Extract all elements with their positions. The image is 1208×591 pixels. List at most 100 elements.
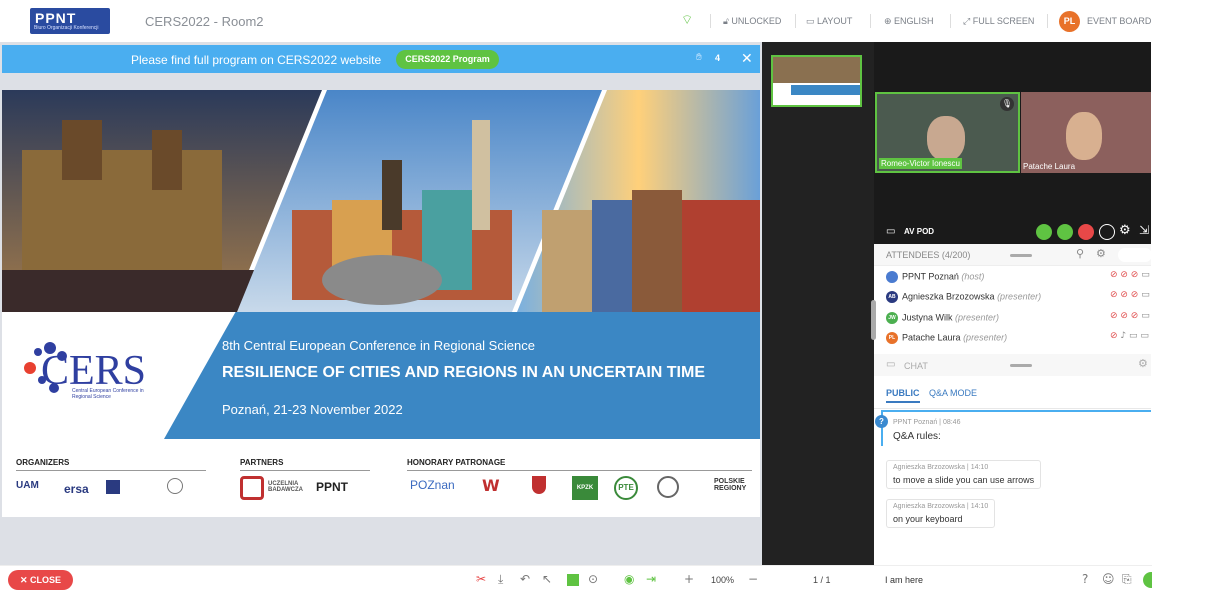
fullscreen-icon: ⤢ bbox=[963, 16, 973, 26]
attendee-media-icons[interactable]: ⊘ ♪ ▭ ▭ bbox=[1110, 331, 1149, 341]
question-icon: ? bbox=[875, 415, 888, 428]
city-photo-collage bbox=[2, 90, 760, 312]
uam-logo: UAM bbox=[16, 480, 39, 491]
attach-icon[interactable]: ⎘ bbox=[1122, 572, 1132, 587]
stroke-size-icon[interactable]: ⊙ bbox=[588, 572, 598, 586]
slide: 8th Central European Conference in Regio… bbox=[2, 90, 760, 517]
attendee-avatar bbox=[886, 271, 898, 283]
society-logo bbox=[167, 478, 183, 494]
attendee-row[interactable]: PL Patache Laura (presenter) bbox=[886, 332, 1007, 344]
chat-settings-icon[interactable]: ⚙ bbox=[1138, 357, 1148, 370]
user-avatar[interactable]: PL bbox=[1059, 11, 1080, 32]
message-text: to move a slide you can use arrows bbox=[893, 475, 1035, 485]
pinned-message: ? PPNT Poznań | 08:46 Q&A rules: bbox=[875, 410, 1151, 446]
attendee-avatar: PL bbox=[886, 332, 898, 344]
send-button[interactable] bbox=[1143, 572, 1152, 588]
attendee-media-icons[interactable]: ⊘ ⊘ ⊘ ▭ bbox=[1110, 311, 1150, 321]
popout-icon[interactable]: ⇲ bbox=[1139, 223, 1149, 237]
wielkopolska-logo: W bbox=[482, 476, 500, 495]
top-bar: PPNT Biuro Organizacji Konferencji CERS2… bbox=[0, 0, 1208, 42]
attendee-avatar: AB bbox=[886, 291, 898, 303]
hand-icon: ✋︎ bbox=[696, 52, 702, 63]
message-meta: Agnieszka Brzozowska | 14:10 bbox=[893, 464, 989, 471]
exit-presenter-icon[interactable]: ⇥ bbox=[646, 572, 656, 586]
chat-input[interactable]: I am here bbox=[885, 575, 923, 585]
zoom-out-icon[interactable]: − bbox=[748, 572, 758, 586]
institute-logo bbox=[106, 480, 120, 494]
kpzk-logo: KPZK bbox=[572, 476, 598, 500]
conference-title: RESILIENCE OF CITIES AND REGIONS IN AN U… bbox=[222, 364, 705, 381]
zoom-in-icon[interactable]: + bbox=[684, 572, 694, 586]
settings-icon[interactable]: ⚙ bbox=[1119, 223, 1131, 238]
add-user-icon[interactable]: ⚲ bbox=[1076, 247, 1084, 260]
fullscreen-button[interactable]: ⤢ FULL SCREEN bbox=[963, 16, 1034, 27]
page-counter: 1 / 1 bbox=[813, 575, 831, 585]
room-title: CERS2022 - Room2 bbox=[145, 14, 264, 29]
download-icon[interactable]: ⤓ bbox=[498, 572, 503, 587]
chat-title: CHAT bbox=[904, 361, 928, 371]
question-icon[interactable]: ? bbox=[1082, 572, 1088, 586]
close-button[interactable]: ✕ CLOSE bbox=[8, 570, 73, 590]
color-picker[interactable] bbox=[567, 574, 579, 586]
attendee-row[interactable]: PPNT Poznań (host) bbox=[886, 271, 984, 283]
laser-icon[interactable]: ✂ bbox=[476, 572, 486, 586]
attendee-settings-icon[interactable]: ⚙ bbox=[1096, 247, 1106, 260]
video-tile[interactable]: 🎙︎ Romeo-Victor Ionescu bbox=[875, 92, 1020, 173]
attendee-media-icons[interactable]: ⊘ ⊘ ⊘ ▭ bbox=[1110, 270, 1150, 280]
uczelnia-icon bbox=[240, 476, 264, 500]
language-button[interactable]: ⊕ ENGLISH bbox=[884, 16, 934, 27]
event-board-button[interactable]: EVENT BOARD bbox=[1087, 16, 1151, 26]
video-tile[interactable]: Patache Laura bbox=[1021, 92, 1151, 173]
chat-message: Agnieszka Brzozowska | 14:10 on your key… bbox=[886, 499, 996, 528]
polskie-regiony-logo: POLSKIE REGIONY bbox=[714, 478, 747, 492]
attendee-media-icons[interactable]: ⊘ ⊘ ⊘ ▭ bbox=[1110, 290, 1150, 300]
thumbnail-strip bbox=[762, 42, 874, 565]
presentation-stage: Please find full program on CERS2022 web… bbox=[0, 42, 762, 565]
slide-thumbnail[interactable] bbox=[771, 55, 862, 107]
organizers-heading: ORGANIZERS bbox=[16, 458, 70, 467]
attendee-avatar: JW bbox=[886, 312, 898, 324]
poznan-logo: POZnan bbox=[410, 478, 455, 492]
participant-name: Patache Laura bbox=[1023, 162, 1076, 171]
partners-heading: PARTNERS bbox=[240, 458, 284, 467]
chat-icon: ▭ bbox=[886, 359, 896, 370]
banner-close-button[interactable]: ✕ bbox=[741, 50, 753, 67]
emoji-icon[interactable]: ☺ bbox=[1102, 572, 1115, 586]
chat-message: Agnieszka Brzozowska | 14:10 to move a s… bbox=[886, 460, 1042, 489]
info-banner: Please find full program on CERS2022 web… bbox=[2, 45, 760, 73]
crest-logo bbox=[532, 476, 546, 494]
pointer-icon[interactable]: ↖ bbox=[542, 572, 552, 586]
message-text: on your keyboard bbox=[893, 514, 963, 524]
layout-button[interactable]: ▭ LAYOUT bbox=[806, 16, 852, 27]
mic-icon: 🎙︎ bbox=[1000, 97, 1014, 111]
unlocked-button[interactable]: 🔓︎ UNLOCKED bbox=[723, 16, 781, 27]
attendee-row[interactable]: JW Justyna Wilk (presenter) bbox=[886, 312, 999, 324]
program-button[interactable]: CERS2022 Program bbox=[396, 50, 499, 69]
attendee-row[interactable]: AB Agnieszka Brzozowska (presenter) bbox=[886, 291, 1041, 303]
academy-logo bbox=[657, 476, 679, 498]
ppnt-partner-logo: PPNT bbox=[316, 480, 349, 494]
eye-icon[interactable]: ◉ bbox=[624, 572, 634, 586]
tab-public[interactable]: PUBLIC bbox=[886, 388, 920, 403]
mute-all-button[interactable] bbox=[1078, 224, 1094, 240]
message-meta: Agnieszka Brzozowska | 14:10 bbox=[893, 503, 989, 510]
logo-text: PPNT bbox=[35, 10, 77, 26]
pte-logo: PTE bbox=[614, 476, 638, 500]
attendee-search-input[interactable] bbox=[1118, 248, 1152, 262]
zoom-level: 100% bbox=[711, 575, 735, 585]
close-icon: ✕ bbox=[19, 575, 31, 585]
undo-icon[interactable]: ↶ bbox=[520, 572, 530, 586]
conference-name: 8th Central European Conference in Regio… bbox=[222, 338, 535, 353]
chat-bubble-button[interactable] bbox=[1099, 224, 1115, 240]
av-pod-label: AV POD bbox=[904, 227, 935, 236]
mic-toggle-button[interactable] bbox=[1057, 224, 1073, 240]
globe-icon: ⊕ bbox=[884, 16, 895, 26]
banner-count: 4 bbox=[715, 53, 721, 63]
camera-icon: ▭ bbox=[886, 226, 896, 237]
camera-toggle-button[interactable] bbox=[1036, 224, 1052, 240]
message-text: Q&A rules: bbox=[893, 431, 941, 442]
panel-scrollbar[interactable] bbox=[871, 300, 876, 340]
conference-date: Poznań, 21-23 November 2022 bbox=[222, 402, 403, 417]
layout-icon: ▭ bbox=[806, 16, 818, 26]
tab-qa-mode[interactable]: Q&A MODE bbox=[929, 388, 977, 398]
